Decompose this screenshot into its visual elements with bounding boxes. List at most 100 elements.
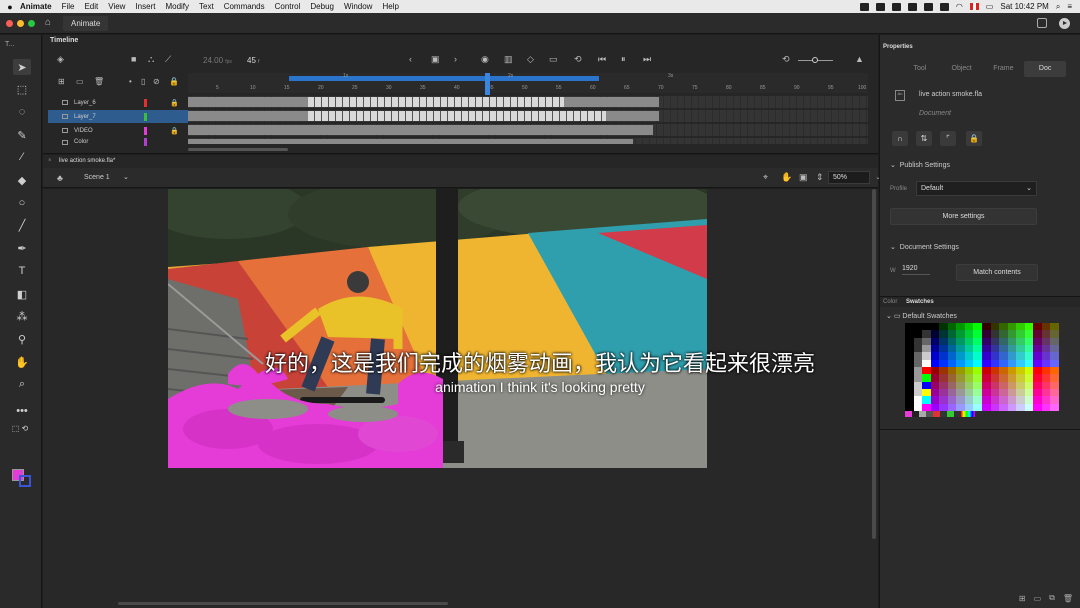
swatch[interactable] — [1033, 323, 1042, 331]
center-stage-icon[interactable]: ⌖ — [763, 172, 768, 183]
swatch[interactable] — [939, 359, 948, 367]
swatch[interactable] — [1016, 366, 1025, 375]
layer-name[interactable]: Layer_6 — [74, 100, 96, 106]
swatch[interactable] — [973, 396, 982, 404]
battery-icon[interactable]: ▭ — [986, 2, 994, 11]
swatch[interactable] — [954, 411, 961, 417]
swatch[interactable] — [1033, 396, 1042, 404]
swatch[interactable] — [913, 366, 923, 375]
layer-row[interactable]: Color — [48, 138, 188, 146]
swatch[interactable] — [905, 359, 914, 367]
status-airplay-icon[interactable] — [939, 2, 949, 11]
swatch[interactable] — [939, 323, 948, 331]
swatch[interactable] — [956, 381, 965, 389]
timeline-ruler[interactable]: 1s 2s 3s 5 10 15 20 25 30 35 40 45 50 55… — [188, 73, 868, 93]
swatch[interactable] — [1041, 374, 1051, 382]
swatch[interactable] — [930, 352, 940, 360]
close-window-button[interactable] — [6, 19, 13, 27]
swatch-group-header[interactable]: ⌄ ▭ Default Swatches — [886, 312, 957, 320]
frame-span[interactable] — [564, 97, 659, 107]
swatch[interactable] — [1050, 396, 1059, 404]
swatch[interactable] — [933, 411, 940, 417]
menu-commands[interactable]: Commands — [224, 2, 265, 11]
swatch[interactable] — [1033, 388, 1042, 397]
menu-control[interactable]: Control — [275, 2, 301, 11]
lock-icon[interactable]: 🔒 — [966, 131, 982, 146]
scene-icon[interactable]: ♣ — [57, 173, 63, 183]
swatch[interactable] — [964, 330, 974, 338]
swatch[interactable] — [922, 330, 931, 338]
camera-icon[interactable]: ■ — [131, 54, 136, 64]
swatch[interactable] — [990, 374, 1000, 382]
menu-help[interactable]: Help — [382, 2, 398, 11]
swatch[interactable] — [999, 374, 1008, 382]
swatch[interactable] — [1041, 388, 1051, 397]
insert-frame-icon[interactable]: ▭ — [549, 54, 558, 65]
swatch[interactable] — [999, 323, 1008, 331]
stop-icon[interactable]: ▣ — [431, 54, 440, 65]
step-back-icon[interactable]: ‹ — [409, 54, 412, 64]
pause-icon[interactable]: ⏸ — [621, 54, 626, 65]
swatch[interactable] — [1050, 330, 1059, 338]
swatch[interactable] — [1007, 396, 1017, 404]
swatch[interactable] — [939, 374, 948, 382]
swatch[interactable] — [999, 366, 1008, 375]
swatch[interactable] — [905, 396, 914, 404]
swatch[interactable] — [1041, 366, 1051, 375]
swatch[interactable] — [947, 337, 957, 345]
swatch[interactable] — [947, 352, 957, 360]
swatch[interactable] — [1024, 374, 1034, 382]
frame-span[interactable] — [188, 139, 633, 144]
swatch[interactable] — [956, 366, 965, 375]
profile-select[interactable]: Default ⌄ — [916, 181, 1037, 196]
menu-text[interactable]: Text — [199, 2, 214, 11]
swatch[interactable] — [947, 323, 957, 331]
swatch[interactable] — [981, 403, 991, 411]
swatch[interactable] — [939, 337, 948, 345]
swatch[interactable] — [922, 374, 931, 382]
swatch[interactable] — [1050, 381, 1059, 389]
swatch[interactable] — [1041, 352, 1051, 360]
swatch[interactable] — [1024, 366, 1034, 375]
layer-color-indicator[interactable] — [144, 126, 147, 135]
layer-color-indicator[interactable] — [144, 112, 147, 121]
swatch[interactable] — [973, 323, 982, 331]
swatch[interactable] — [990, 381, 1000, 389]
text-tool-icon[interactable]: T — [13, 263, 31, 279]
fps-readout[interactable]: 24.00 fps — [203, 56, 232, 65]
trash-icon[interactable]: 🗑 — [1063, 594, 1073, 603]
swatch[interactable] — [973, 388, 982, 397]
stage-area[interactable] — [43, 189, 878, 608]
status-close-icon[interactable] — [875, 2, 885, 11]
swatch[interactable] — [939, 403, 948, 411]
swatch[interactable] — [930, 323, 940, 331]
swatch[interactable] — [964, 323, 974, 331]
swatch[interactable] — [1024, 381, 1034, 389]
layer-name[interactable]: Color — [74, 139, 88, 145]
swatch[interactable] — [947, 381, 957, 389]
swatch[interactable] — [961, 411, 975, 417]
swatch[interactable] — [1041, 344, 1051, 353]
swatch[interactable] — [930, 344, 940, 353]
input-flag-icon[interactable] — [969, 3, 979, 10]
swatch[interactable] — [930, 403, 940, 411]
swatch[interactable] — [1033, 337, 1042, 345]
swatch[interactable] — [1024, 323, 1034, 331]
swatch[interactable] — [1016, 352, 1025, 360]
folder-icon[interactable]: ▭ — [1034, 594, 1042, 603]
swatch[interactable] — [990, 323, 1000, 331]
swatch[interactable] — [922, 359, 931, 367]
swatch[interactable] — [973, 366, 982, 375]
swatch[interactable] — [930, 388, 940, 397]
minimize-window-button[interactable] — [17, 19, 24, 27]
swatch[interactable] — [1007, 366, 1017, 375]
pen-tool-icon[interactable]: ✒ — [13, 240, 31, 256]
swatch[interactable] — [1050, 388, 1059, 397]
swatch[interactable] — [947, 396, 957, 404]
lock-icon[interactable]: 🔒 — [170, 127, 179, 135]
layer-row[interactable]: Layer_6 🔒 — [48, 96, 188, 109]
zoom-window-button[interactable] — [28, 19, 35, 27]
swatch[interactable] — [956, 359, 965, 367]
zoom-in-icon[interactable]: ▲ — [855, 54, 864, 64]
swatch[interactable] — [1041, 330, 1051, 338]
